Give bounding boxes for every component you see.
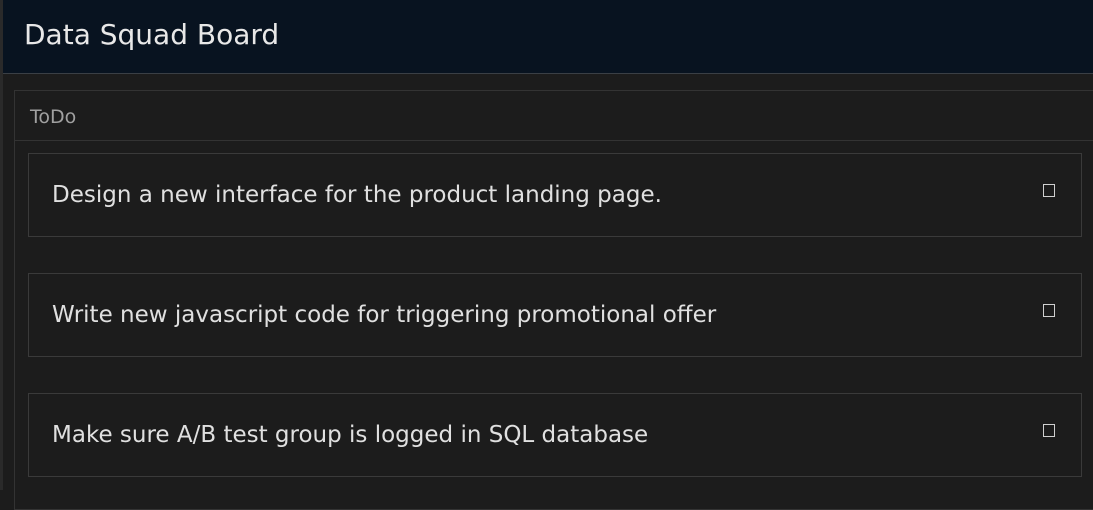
task-checkbox[interactable] — [1043, 424, 1055, 437]
task-card[interactable]: Make sure A/B test group is logged in SQ… — [28, 393, 1082, 477]
task-text: Make sure A/B test group is logged in SQ… — [52, 422, 649, 448]
task-card[interactable]: Design a new interface for the product l… — [28, 153, 1082, 237]
task-checkbox[interactable] — [1043, 304, 1055, 317]
task-text: Design a new interface for the product l… — [52, 182, 662, 208]
column-header: ToDo — [15, 91, 1093, 141]
board-title: Data Squad Board — [24, 18, 280, 51]
column-title: ToDo — [30, 106, 77, 128]
todo-column: ToDo Design a new interface for the prod… — [14, 90, 1093, 510]
task-card[interactable]: Write new javascript code for triggering… — [28, 273, 1082, 357]
task-text: Write new javascript code for triggering… — [52, 302, 717, 328]
board-header: Data Squad Board — [3, 0, 1093, 74]
task-checkbox[interactable] — [1043, 184, 1055, 197]
